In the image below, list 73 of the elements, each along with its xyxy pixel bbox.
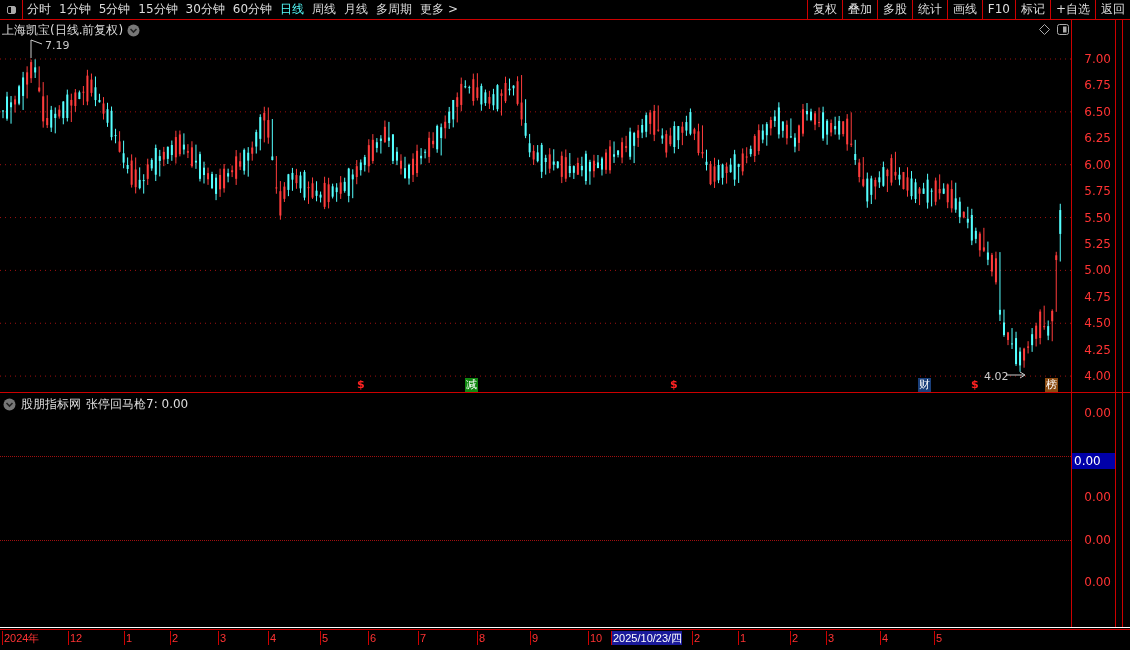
high-marker-icon xyxy=(30,39,43,59)
price-axis-label: 6.00 xyxy=(1084,156,1111,173)
signal-marker[interactable]: $ xyxy=(357,378,365,392)
toolbar-button[interactable]: 叠加 xyxy=(841,0,877,19)
toolbar-button[interactable]: +自选 xyxy=(1049,0,1095,19)
time-axis-label: 10 xyxy=(588,631,603,646)
price-axis-label: 6.75 xyxy=(1084,77,1111,94)
chart-title: 上海凯宝(日线.前复权) xyxy=(2,22,124,39)
signal-marker[interactable]: $ xyxy=(670,378,678,392)
time-axis-label: 2 xyxy=(170,631,179,646)
indicator-axis-label: 0.00 xyxy=(1084,489,1111,506)
indicator-formula: 张停回马枪7: 0.00 xyxy=(86,396,189,414)
time-axis-label: 6 xyxy=(368,631,377,646)
time-axis-label: 4 xyxy=(880,631,889,646)
period-tab[interactable]: 月线 xyxy=(340,0,373,19)
indicator-axis-label: 0.00 xyxy=(1084,574,1111,591)
time-axis-label: 1 xyxy=(124,631,133,646)
period-tab[interactable]: 周线 xyxy=(308,0,341,19)
time-axis-label: 7 xyxy=(418,631,427,646)
event-badge[interactable]: 减 xyxy=(465,378,478,392)
toolbar-button[interactable]: 画线 xyxy=(946,0,982,19)
dropdown-icon[interactable] xyxy=(127,24,141,37)
cursor-value: 0.00 xyxy=(1072,453,1115,470)
indicator-axis-label: 0.00 xyxy=(1084,405,1111,422)
price-axis-label: 4.75 xyxy=(1084,288,1111,305)
low-price-label: 4.02 xyxy=(984,370,1009,383)
signal-marker[interactable]: $ xyxy=(971,378,979,392)
price-axis-label: 6.50 xyxy=(1084,103,1111,120)
toolbar-button[interactable]: 标记 xyxy=(1014,0,1050,19)
price-axis-label: 7.00 xyxy=(1084,51,1111,67)
event-badge[interactable]: 财 xyxy=(918,378,931,392)
high-price-label: 7.19 xyxy=(45,39,70,52)
time-axis-label: 2 xyxy=(692,631,701,646)
time-axis-label: 4 xyxy=(268,631,277,646)
time-axis-label: 5 xyxy=(934,631,943,646)
dropdown-icon[interactable] xyxy=(3,398,16,412)
time-axis-label: 3 xyxy=(218,631,227,646)
period-tab[interactable]: 多周期 xyxy=(372,0,417,19)
price-axis-label: 4.00 xyxy=(1084,368,1111,385)
indicator-source: 股朋指标网 xyxy=(21,396,81,414)
indicator-axis-label: 0.00 xyxy=(1084,532,1111,549)
price-axis-label: 5.75 xyxy=(1084,183,1111,200)
time-axis-label: 8 xyxy=(477,631,486,646)
period-tab[interactable]: 60分钟 xyxy=(228,0,277,19)
period-tab[interactable]: 分时 xyxy=(23,0,55,19)
period-tab[interactable]: 15分钟 xyxy=(134,0,182,19)
price-axis-label: 4.25 xyxy=(1084,341,1111,358)
time-axis-label: 5 xyxy=(320,631,329,646)
panel-toggle-icon[interactable] xyxy=(1057,24,1069,35)
toolbar-button[interactable]: 统计 xyxy=(911,0,947,19)
diamond-icon[interactable] xyxy=(1039,24,1050,35)
price-axis-label: 6.25 xyxy=(1084,130,1111,147)
price-axis-label: 5.50 xyxy=(1084,209,1111,226)
price-axis-label: 5.00 xyxy=(1084,262,1111,279)
toolbar-button[interactable]: 复权 xyxy=(806,0,842,19)
period-tab[interactable]: 日线 xyxy=(276,0,309,19)
time-axis-label: 12 xyxy=(68,631,83,646)
event-badge[interactable]: 榜 xyxy=(1045,378,1058,392)
period-tab[interactable]: 更多 > xyxy=(416,0,462,19)
toolbar-button[interactable]: 多股 xyxy=(876,0,912,19)
price-axis-label: 5.25 xyxy=(1084,235,1111,252)
price-axis-label: 4.50 xyxy=(1084,315,1111,332)
period-tab[interactable]: 5分钟 xyxy=(94,0,135,19)
time-axis-label: 2024年 xyxy=(2,631,40,646)
cursor-date: 2025/10/23/四 xyxy=(611,631,683,646)
toolbar-button[interactable]: F10 xyxy=(981,0,1015,19)
time-axis-label: 2 xyxy=(790,631,799,646)
toolbar-button[interactable]: 返回 xyxy=(1095,0,1130,19)
time-axis-label: 3 xyxy=(826,631,835,646)
time-axis-label: 9 xyxy=(530,631,539,646)
time-axis-label: 1 xyxy=(738,631,747,646)
period-tab[interactable]: 30分钟 xyxy=(181,0,229,19)
period-tab[interactable]: 1分钟 xyxy=(55,0,95,19)
